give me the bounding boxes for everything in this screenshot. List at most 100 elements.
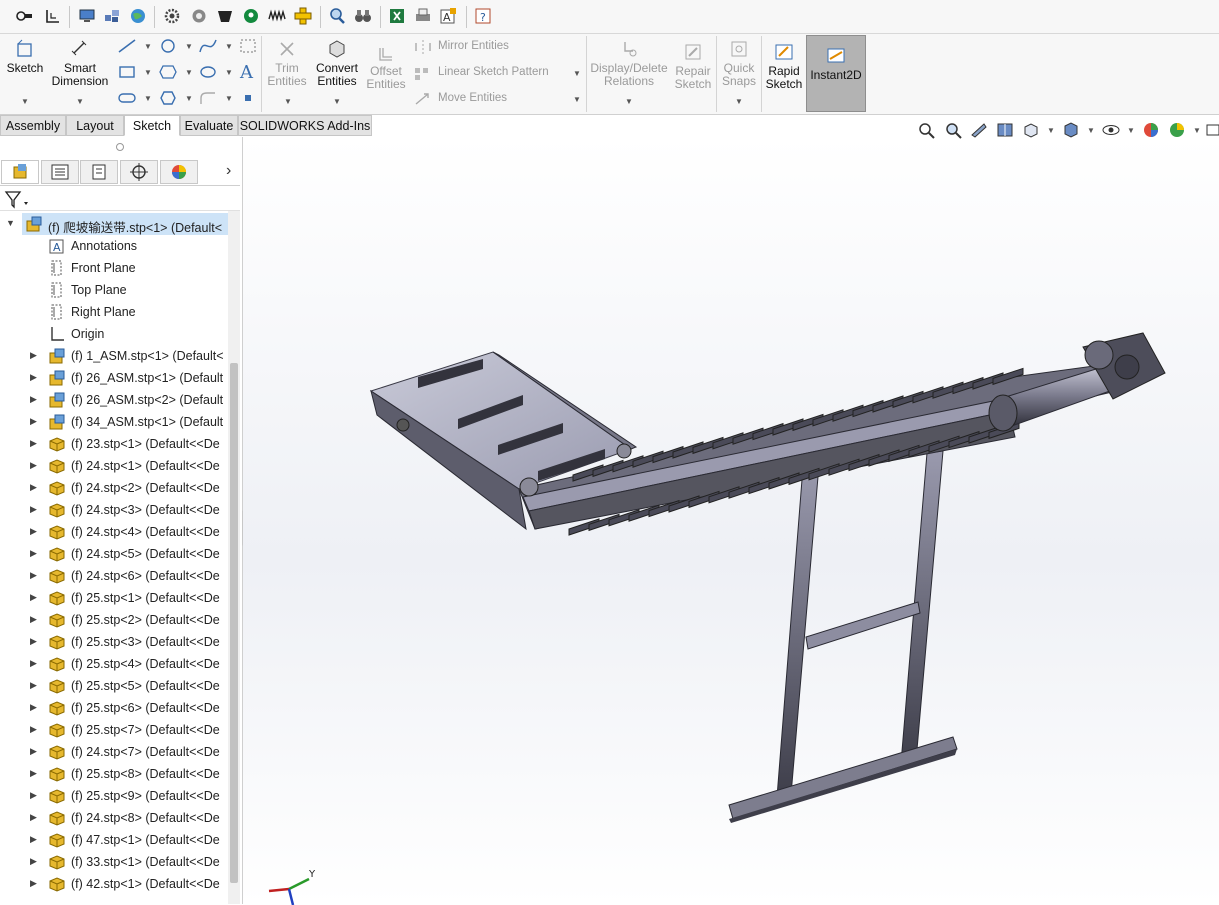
trim-entities-button[interactable]: Trim Entities — [264, 39, 310, 88]
point-tool-icon[interactable] — [238, 90, 258, 106]
tree-expand-icon[interactable]: ▶ — [30, 416, 37, 427]
tree-item[interactable]: ▶ (f) 24.stp<3> (Default<<De — [0, 499, 228, 521]
assembly-icon[interactable] — [103, 7, 121, 25]
tree-expand-icon[interactable]: ▶ — [30, 812, 37, 823]
tree-item[interactable]: ▶ (f) 42.stp<1> (Default<<De — [0, 873, 228, 895]
dimxpert-tab[interactable] — [120, 160, 158, 184]
tree-expand-icon[interactable]: ▶ — [30, 394, 37, 405]
tree-scrollbar[interactable] — [228, 211, 240, 904]
cup-icon[interactable] — [216, 7, 234, 25]
zoom-to-area-icon[interactable] — [943, 121, 963, 139]
tree-scrollbar-thumb[interactable] — [230, 363, 238, 883]
tree-expand-icon[interactable]: ▶ — [30, 768, 37, 779]
polygon-hex-icon[interactable] — [158, 90, 178, 106]
tree-item[interactable]: Right Plane — [0, 301, 228, 323]
smart-dimension-dropdown-icon[interactable]: ▼ — [76, 97, 84, 106]
tree-item[interactable]: Origin — [0, 323, 228, 345]
tree-expand-icon[interactable]: ▶ — [30, 702, 37, 713]
tree-item[interactable]: ▶ (f) 25.stp<3> (Default<<De — [0, 631, 228, 653]
display-style-icon[interactable] — [1061, 121, 1081, 139]
feature-manager-tab[interactable] — [1, 160, 39, 184]
tree-item[interactable]: ▶ (f) 26_ASM.stp<1> (Default — [0, 367, 228, 389]
rapid-sketch-button[interactable]: Rapid Sketch — [763, 42, 805, 91]
text-tool-icon[interactable]: A — [240, 62, 253, 83]
tree-expand-icon[interactable]: ▶ — [30, 834, 37, 845]
tree-item[interactable]: ▶ (f) 47.stp<1> (Default<<De — [0, 829, 228, 851]
tab-evaluate[interactable]: Evaluate — [180, 115, 238, 136]
tree-item[interactable]: ▶ (f) 24.stp<5> (Default<<De — [0, 543, 228, 565]
quick-snaps-button[interactable]: Quick Snaps — [718, 39, 760, 88]
tree-item[interactable]: ▶ (f) 24.stp<8> (Default<<De — [0, 807, 228, 829]
tree-expand-icon[interactable]: ▶ — [30, 680, 37, 691]
tree-item[interactable]: ▶ (f) 34_ASM.stp<1> (Default — [0, 411, 228, 433]
binoculars-icon[interactable] — [354, 7, 372, 25]
tree-item[interactable]: ▶ (f) 25.stp<2> (Default<<De — [0, 609, 228, 631]
tree-expand-icon[interactable]: ▶ — [30, 658, 37, 669]
mirror-entities-icon[interactable] — [413, 39, 433, 55]
tab-solidworks-addins[interactable]: SOLIDWORKS Add-Ins — [238, 115, 372, 136]
offset-entities-button[interactable]: Offset Entities — [363, 46, 409, 91]
tree-item[interactable]: ▶ (f) 25.stp<5> (Default<<De — [0, 675, 228, 697]
edit-appearance-icon[interactable] — [1141, 121, 1161, 139]
apply-scene-icon[interactable] — [1167, 121, 1187, 139]
root-collapse-icon[interactable]: ▼ — [6, 218, 15, 228]
property-manager-tab[interactable] — [41, 160, 79, 184]
linear-pattern-icon[interactable] — [413, 65, 433, 81]
display-delete-relations-button[interactable]: Display/Delete Relations — [589, 39, 669, 88]
tree-item[interactable]: ▶ (f) 25.stp<9> (Default<<De — [0, 785, 228, 807]
tree-item[interactable]: A Annotations — [0, 235, 228, 257]
display-manager-tab[interactable] — [160, 160, 198, 184]
tree-item[interactable]: ▶ (f) 24.stp<7> (Default<<De — [0, 741, 228, 763]
smart-dimension-button[interactable]: Smart Dimension — [50, 39, 110, 88]
help-icon[interactable]: ? — [474, 7, 492, 25]
tree-expand-icon[interactable]: ▶ — [30, 636, 37, 647]
tab-sketch[interactable]: Sketch — [124, 115, 180, 136]
tree-item[interactable]: ▶ (f) 24.stp<6> (Default<<De — [0, 565, 228, 587]
mirror-entities-label[interactable]: Mirror Entities — [438, 40, 509, 52]
slot-tool-icon[interactable] — [117, 90, 137, 106]
tree-item[interactable]: ▶ (f) 25.stp<6> (Default<<De — [0, 697, 228, 719]
construction-geometry-icon[interactable] — [238, 38, 258, 54]
sketch-button[interactable]: Sketch — [4, 39, 46, 75]
move-entities-label[interactable]: Move Entities — [438, 92, 507, 104]
convert-entities-button[interactable]: Convert Entities — [312, 39, 362, 88]
tree-expand-icon[interactable]: ▶ — [30, 350, 37, 361]
view-settings-icon[interactable] — [1205, 121, 1219, 139]
tree-expand-icon[interactable]: ▶ — [30, 746, 37, 757]
circle-tool-icon[interactable] — [158, 38, 178, 54]
tree-expand-icon[interactable]: ▶ — [30, 438, 37, 449]
tree-item[interactable]: ▶ (f) 33.stp<1> (Default<<De — [0, 851, 228, 873]
excel-icon[interactable] — [388, 7, 406, 25]
section-view-icon[interactable] — [995, 121, 1015, 139]
monitor-icon[interactable] — [78, 7, 96, 25]
tree-item[interactable]: Front Plane — [0, 257, 228, 279]
text-edit-icon[interactable]: A — [439, 7, 457, 25]
panel-handle-icon[interactable] — [116, 143, 124, 151]
tree-item[interactable]: ▶ (f) 23.stp<1> (Default<<De — [0, 433, 228, 455]
rectangle-tool-icon[interactable] — [117, 64, 137, 80]
panel-expand-arrow-icon[interactable]: › — [226, 162, 231, 180]
tree-item[interactable]: ▶ (f) 24.stp<1> (Default<<De — [0, 455, 228, 477]
repair-sketch-button[interactable]: Repair Sketch — [672, 42, 714, 91]
tree-expand-icon[interactable]: ▶ — [30, 526, 37, 537]
ellipse-tool-icon[interactable] — [198, 64, 218, 80]
settings-icon[interactable] — [190, 7, 208, 25]
location-icon[interactable] — [242, 7, 260, 25]
line-tool-icon[interactable] — [117, 38, 137, 54]
tree-expand-icon[interactable]: ▶ — [30, 790, 37, 801]
tree-item[interactable]: ▶ (f) 25.stp<8> (Default<<De — [0, 763, 228, 785]
previous-view-icon[interactable] — [969, 121, 989, 139]
tree-expand-icon[interactable]: ▶ — [30, 614, 37, 625]
zoom-icon[interactable] — [328, 7, 346, 25]
zoom-to-fit-icon[interactable] — [917, 121, 937, 139]
tree-item[interactable]: ▶ (f) 24.stp<4> (Default<<De — [0, 521, 228, 543]
print-icon[interactable] — [414, 7, 432, 25]
globe-icon[interactable] — [129, 7, 147, 25]
tree-expand-icon[interactable]: ▶ — [30, 548, 37, 559]
tree-item[interactable]: Top Plane — [0, 279, 228, 301]
tab-assembly[interactable]: Assembly — [0, 115, 66, 136]
sketch-dropdown-icon[interactable]: ▼ — [21, 97, 29, 106]
tree-item[interactable]: ▶ (f) 1_ASM.stp<1> (Default< — [0, 345, 228, 367]
polygon-tool-icon[interactable] — [158, 64, 178, 80]
view-orientation-icon[interactable] — [1021, 121, 1041, 139]
